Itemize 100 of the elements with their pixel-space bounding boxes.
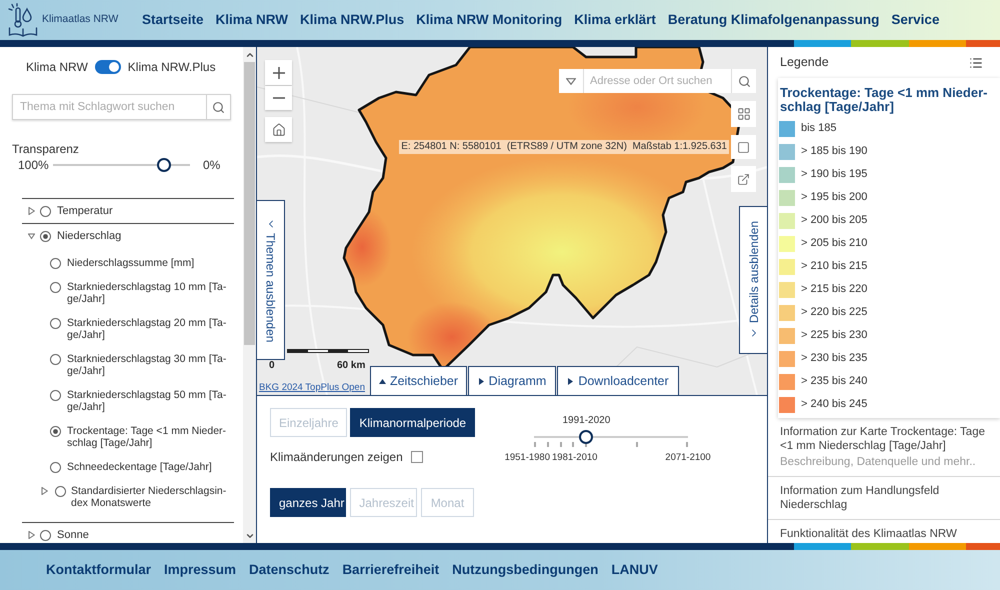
info-section-button[interactable]: Information zur Karte Trockentage: Tage <1 mm Niederschlag [Tage/Jahr] Beschreibung, Datenquelle und mehr.. xyxy=(768,418,1000,476)
nav-link[interactable]: Service xyxy=(891,10,940,30)
scale-start-label: 0 xyxy=(269,360,275,372)
address-search-field[interactable]: Adresse oder Ort suchen xyxy=(584,69,731,93)
basemap-button[interactable] xyxy=(731,101,756,127)
legend-title: Trockentage: Tage <1 mm Nieder- schlag [Tage/Jahr] xyxy=(779,86,988,114)
period-tick-label: 1951-1980 xyxy=(504,452,550,464)
legend-label: > 200 bis 205 xyxy=(801,213,868,228)
legend-label: bis 185 xyxy=(801,121,836,136)
mode-label: Klima NRW xyxy=(26,59,88,76)
legend-label: > 190 bis 195 xyxy=(801,167,868,182)
legend-label: > 185 bis 190 xyxy=(801,144,868,160)
radio-button[interactable] xyxy=(50,390,61,401)
legend-heading: Legende xyxy=(780,54,829,72)
transparency-label: Transparenz xyxy=(12,142,79,156)
legend-label: > 215 bis 220 xyxy=(801,282,868,298)
legend-label: > 210 bis 215 xyxy=(801,259,868,274)
coordinate-readout: E: 254801 N: 5580101 (ETRS89 / UTM zone 32N) Maßstab 1:1.925.631 xyxy=(399,140,729,154)
search-button[interactable] xyxy=(731,69,756,93)
slider-thumb[interactable] xyxy=(156,158,171,172)
transparency-slider-track[interactable] xyxy=(53,158,190,172)
legend-label: > 230 bis 235 xyxy=(801,351,868,366)
caret-icon[interactable] xyxy=(41,487,48,495)
nav-link[interactable]: Klima NRW Monitoring xyxy=(416,10,562,30)
hide-topics-button[interactable]: Themen ausblenden xyxy=(257,200,285,360)
layer-item[interactable]: Starkniederschlagstag 20 mm [Ta- ge/Jahr] xyxy=(67,317,226,341)
caret-icon[interactable] xyxy=(28,531,35,539)
radio-button[interactable] xyxy=(50,318,61,329)
radio-button[interactable] xyxy=(55,486,66,497)
grid-icon xyxy=(736,107,750,121)
mode-label: Klima NRW.Plus xyxy=(128,59,216,76)
footer-link[interactable]: Datenschutz xyxy=(249,560,330,580)
radio-button[interactable] xyxy=(50,426,61,437)
panel-tab[interactable]: Downloadcenter xyxy=(557,366,679,395)
search-icon xyxy=(738,74,750,88)
panel-tab[interactable]: Zeitschieber xyxy=(370,366,467,395)
checkbox-label: Klimaänderungen zeigen xyxy=(270,449,403,466)
footer-link[interactable]: Kontaktformular xyxy=(46,560,152,580)
layer-item[interactable]: Starkniederschlagstag 10 mm [Ta- ge/Jahr] xyxy=(67,281,226,305)
search-icon xyxy=(212,100,225,114)
radio-button[interactable] xyxy=(50,462,61,473)
toggle-switch[interactable] xyxy=(94,60,121,74)
scrollbar-thumb[interactable] xyxy=(244,62,255,345)
topic-item[interactable]: Sonne xyxy=(57,529,89,541)
minus-icon xyxy=(272,97,284,99)
logo-link[interactable]: Klimaatlas NRW xyxy=(8,3,134,37)
home-button[interactable] xyxy=(265,117,292,142)
radio-button[interactable] xyxy=(50,282,61,293)
attribution-link[interactable]: BKG 2024 TopPlus Open xyxy=(259,382,365,393)
map-tool-button[interactable] xyxy=(731,135,756,159)
season-button[interactable]: ganzes Jahr xyxy=(270,488,346,517)
search-field[interactable]: Thema mit Schlagwort suchen xyxy=(12,94,206,120)
slider-thumb[interactable] xyxy=(579,430,594,444)
period-value-label: 1991-2020 xyxy=(562,415,610,427)
caret-icon xyxy=(566,78,576,84)
list-icon[interactable] xyxy=(969,56,983,70)
legend-label: > 220 bis 225 xyxy=(801,305,868,320)
panel-tab[interactable]: Diagramm xyxy=(468,366,556,395)
caret-icon[interactable] xyxy=(28,232,35,240)
mode-button[interactable]: Klimanormalperiode xyxy=(350,408,476,437)
info-section-button[interactable]: Information zum Handlungsfeld Niederschlag xyxy=(768,476,1000,519)
search-options-button[interactable] xyxy=(559,69,584,93)
layer-item[interactable]: Standardisierter Niederschlagsin- dex Monatswerte xyxy=(71,485,226,509)
nav-link[interactable]: Beratung Klimafolgenanpassung xyxy=(668,10,880,30)
radio-button[interactable] xyxy=(50,258,61,269)
search-button[interactable] xyxy=(206,94,231,120)
topic-item[interactable]: Niederschlag xyxy=(57,230,122,242)
nav-link[interactable]: Klima NRW xyxy=(216,10,288,30)
home-icon xyxy=(272,122,286,136)
layer-item[interactable]: Schneedeckentage [Tage/Jahr] xyxy=(67,461,212,473)
nav-link[interactable]: Klima NRW.Plus xyxy=(300,10,404,30)
period-slider-track[interactable] xyxy=(534,430,688,450)
scrollbar-track[interactable] xyxy=(243,47,256,543)
radio-button[interactable] xyxy=(40,530,51,540)
share-button[interactable] xyxy=(731,166,756,192)
logo-icon xyxy=(8,3,38,37)
footer-link[interactable]: Impressum xyxy=(164,560,236,580)
layer-item[interactable]: Starkniederschlagstag 30 mm [Ta- ge/Jahr] xyxy=(67,353,226,377)
zoom-in-button[interactable] xyxy=(265,60,292,85)
scale-end-label: 60 km xyxy=(337,360,366,372)
legend-label: > 195 bis 200 xyxy=(801,190,868,206)
hide-details-button[interactable]: Details ausblenden xyxy=(739,206,767,354)
share-icon xyxy=(737,172,750,186)
layer-item[interactable]: Trockentage: Tage <1 mm Nieder- schlag [Tage/Jahr] xyxy=(67,425,226,449)
topic-item[interactable]: Temperatur xyxy=(57,205,113,217)
legend-label: > 235 bis 240 xyxy=(801,374,868,390)
radio-button[interactable] xyxy=(40,206,51,216)
footer-link[interactable]: LANUV xyxy=(611,560,658,580)
caret-icon[interactable] xyxy=(28,207,35,215)
footer-link[interactable]: Nutzungsbedingungen xyxy=(452,560,598,580)
radio-button[interactable] xyxy=(40,230,51,242)
layer-item[interactable]: Starkniederschlagstag 50 mm [Ta- ge/Jahr] xyxy=(67,389,226,413)
checkbox[interactable] xyxy=(410,451,423,463)
footer-link[interactable]: Barrierefreiheit xyxy=(342,560,440,580)
nav-link[interactable]: Startseite xyxy=(142,10,204,30)
radio-button[interactable] xyxy=(50,354,61,365)
slider-max-label: 0% xyxy=(203,157,220,174)
nav-link[interactable]: Klima erklärt xyxy=(574,10,656,30)
layer-item[interactable]: Niederschlagssumme [mm] xyxy=(67,257,194,269)
plus-icon xyxy=(272,66,284,78)
